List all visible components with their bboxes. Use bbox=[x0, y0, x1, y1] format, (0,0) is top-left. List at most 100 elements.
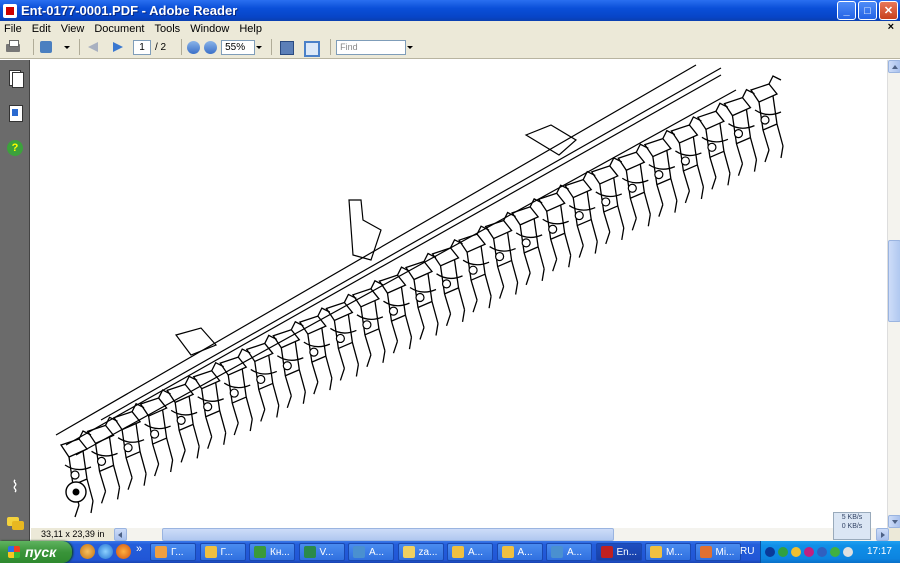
start-button[interactable]: пуск bbox=[0, 541, 72, 563]
scroll-down-icon[interactable] bbox=[888, 515, 900, 528]
unit-part bbox=[161, 409, 174, 461]
unit-part bbox=[196, 446, 200, 459]
help-icon[interactable]: ? bbox=[7, 140, 23, 156]
horizontal-scrollbar-thumb[interactable] bbox=[162, 528, 614, 541]
unit-part bbox=[121, 429, 133, 478]
tray-volume-icon[interactable] bbox=[843, 547, 853, 557]
quick-launch-more-icon[interactable]: » bbox=[136, 543, 142, 555]
unit-part bbox=[488, 296, 492, 309]
network-speed-widget[interactable]: 5 KB/s 0 KB/s bbox=[833, 512, 871, 540]
taskbar-button-label: za... bbox=[418, 546, 438, 558]
tray-network-icon[interactable] bbox=[778, 547, 788, 557]
pages-icon[interactable] bbox=[7, 70, 24, 88]
menu-help[interactable]: Help bbox=[239, 23, 262, 35]
chevron-down-icon[interactable] bbox=[63, 40, 70, 55]
frame-beam bbox=[75, 89, 737, 456]
minimize-button[interactable]: _ bbox=[837, 1, 856, 20]
document-view[interactable] bbox=[31, 60, 887, 528]
previous-page-icon[interactable] bbox=[85, 39, 103, 55]
taskbar-button[interactable]: En... bbox=[595, 543, 642, 561]
unit-part bbox=[514, 282, 519, 295]
next-page-icon[interactable] bbox=[109, 39, 127, 55]
unit-wheel bbox=[468, 265, 478, 275]
taskbar-button[interactable]: М... bbox=[645, 543, 691, 561]
unit-wheel bbox=[760, 115, 770, 125]
unit-part bbox=[737, 163, 744, 176]
menu-view[interactable]: View bbox=[61, 23, 85, 35]
taskbar-button-label: Г... bbox=[171, 546, 184, 558]
unit-part bbox=[731, 115, 744, 164]
unit-part bbox=[90, 500, 94, 514]
tray-app-icon[interactable] bbox=[804, 547, 814, 557]
find-input[interactable]: Find bbox=[336, 39, 407, 55]
maximize-button[interactable]: □ bbox=[858, 1, 877, 20]
bookmarks-icon[interactable] bbox=[7, 105, 23, 122]
taskbar-button[interactable]: А... bbox=[348, 543, 394, 561]
taskbar-button[interactable]: А... bbox=[546, 543, 592, 561]
unit-part bbox=[329, 378, 333, 391]
status-bar: 33,11 x 23,39 in bbox=[31, 528, 900, 541]
unit-part bbox=[603, 205, 619, 213]
taskbar-button[interactable]: Г... bbox=[199, 543, 246, 561]
taskbar-button[interactable]: Г... bbox=[150, 543, 196, 561]
menu-window[interactable]: Window bbox=[190, 23, 229, 35]
scroll-up-icon[interactable] bbox=[888, 60, 900, 73]
horizontal-scrollbar[interactable] bbox=[114, 528, 889, 541]
scroll-left-icon[interactable] bbox=[114, 528, 127, 541]
unit-part bbox=[392, 340, 399, 354]
page-number-input[interactable]: 1 bbox=[133, 39, 151, 55]
attachment-icon[interactable]: ⌇ bbox=[7, 480, 23, 496]
taskbar-button[interactable]: za... bbox=[397, 543, 444, 561]
menu-tools[interactable]: Tools bbox=[155, 23, 181, 35]
unit-part bbox=[541, 268, 545, 281]
unit-part bbox=[374, 300, 386, 351]
print-icon[interactable] bbox=[4, 39, 22, 55]
unit-part bbox=[125, 451, 141, 459]
unit-part bbox=[201, 388, 213, 437]
scroll-right-icon[interactable] bbox=[876, 528, 889, 541]
zoom-dropdown-icon[interactable] bbox=[255, 40, 263, 55]
zoom-input[interactable]: 55% bbox=[221, 39, 256, 55]
unit-part bbox=[144, 423, 171, 430]
unit-wheel bbox=[627, 183, 637, 193]
menu-edit[interactable]: Edit bbox=[32, 23, 51, 35]
unit-part bbox=[678, 142, 691, 192]
email-icon[interactable] bbox=[39, 39, 57, 55]
toolbar-separator bbox=[330, 39, 332, 55]
firefox-icon[interactable] bbox=[116, 544, 131, 559]
fit-page-icon[interactable] bbox=[277, 39, 295, 55]
vertical-scrollbar[interactable] bbox=[887, 60, 900, 528]
language-indicator[interactable]: RU bbox=[740, 546, 754, 557]
taskbar-button[interactable]: А... bbox=[447, 543, 493, 561]
menu-file[interactable]: File bbox=[4, 23, 22, 35]
taskbar-button[interactable]: Кн... bbox=[249, 543, 295, 561]
zoom-in-icon[interactable] bbox=[204, 40, 218, 54]
unit-part bbox=[276, 355, 304, 361]
unit-part bbox=[180, 450, 186, 463]
menu-document[interactable]: Document bbox=[94, 23, 144, 35]
internet-explorer-icon[interactable] bbox=[98, 544, 113, 559]
taskbar-button[interactable]: V... bbox=[298, 543, 345, 561]
unit-part bbox=[613, 177, 625, 229]
find-dropdown-icon[interactable] bbox=[406, 40, 414, 55]
taskbar-button[interactable]: А... bbox=[496, 543, 543, 561]
quick-launch-app-icon[interactable] bbox=[80, 544, 95, 559]
taskbar-button[interactable]: Mi... bbox=[694, 543, 741, 561]
toolbar: 1 / 2 55% Find bbox=[0, 36, 900, 59]
tray-app-icon[interactable] bbox=[791, 547, 801, 557]
tray-app-icon[interactable] bbox=[830, 547, 840, 557]
fit-width-icon[interactable] bbox=[301, 39, 321, 57]
unit-part bbox=[174, 402, 186, 451]
unit-part bbox=[674, 200, 678, 213]
close-button[interactable]: ✕ bbox=[879, 1, 898, 20]
tray-back-icon[interactable] bbox=[765, 547, 775, 557]
tray-app-icon[interactable] bbox=[817, 547, 827, 557]
unit-part bbox=[400, 287, 413, 338]
zoom-out-icon[interactable] bbox=[187, 40, 201, 54]
comments-icon[interactable] bbox=[7, 515, 24, 531]
unit-part bbox=[233, 422, 239, 436]
close-document-button[interactable]: × bbox=[888, 21, 894, 33]
unit-part bbox=[683, 164, 698, 172]
unit-part bbox=[419, 327, 425, 340]
scrollbar-thumb[interactable] bbox=[888, 240, 900, 322]
